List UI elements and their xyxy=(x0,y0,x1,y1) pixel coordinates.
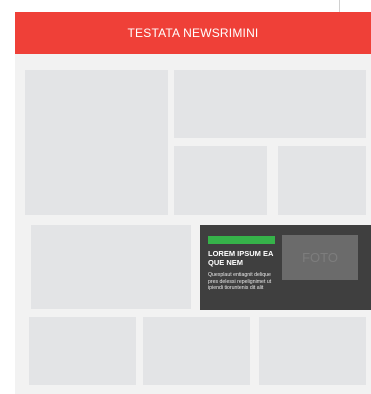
featured-title: LOREM IPSUM EA QUE NEM xyxy=(208,249,274,267)
placeholder-block-bottom-3 xyxy=(259,317,366,385)
page: TESTATA NEWSRIMINI LOREM IPSUM EA QUE NE… xyxy=(0,0,371,394)
placeholder-block-large xyxy=(25,70,168,215)
placeholder-block-small-left xyxy=(174,146,267,215)
site-header: TESTATA NEWSRIMINI xyxy=(15,12,371,54)
featured-category-tag xyxy=(208,236,275,244)
site-title: TESTATA NEWSRIMINI xyxy=(127,26,259,40)
placeholder-block-bottom-1 xyxy=(29,317,136,385)
placeholder-block-middle xyxy=(31,225,191,309)
corner-divider xyxy=(339,0,340,12)
featured-summary: Quexplaut entiagnit delique pres delessi… xyxy=(208,272,272,291)
placeholder-block-wide xyxy=(174,70,366,138)
placeholder-block-bottom-2 xyxy=(143,317,250,385)
placeholder-block-small-right xyxy=(278,146,366,215)
photo-label: FOTO xyxy=(302,250,338,265)
featured-article[interactable]: LOREM IPSUM EA QUE NEM Quexplaut entiagn… xyxy=(200,225,371,310)
featured-photo-placeholder: FOTO xyxy=(282,235,358,280)
